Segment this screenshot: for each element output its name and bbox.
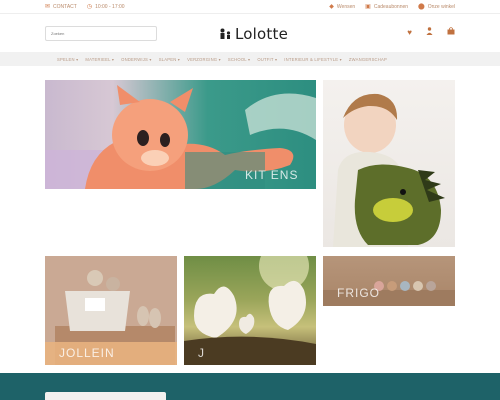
main-navigation: SPELEN ▾ MATERIEEL ▾ ONDERWIJS ▾ SLAPEN … (0, 52, 500, 66)
logo[interactable]: Lolotte (219, 24, 288, 44)
store-link[interactable]: ⬤ Onze winkel (418, 4, 455, 10)
store-label: Onze winkel (427, 4, 455, 10)
search-input[interactable] (45, 26, 157, 41)
nav-item-label: SLAPEN (158, 56, 177, 62)
hours-label: 10:00 - 17:00 (95, 4, 125, 10)
tile-label-frigo: FRIGO (337, 286, 380, 300)
contact-label: CONTACT (53, 4, 77, 10)
clock-icon: ◷ (86, 4, 93, 10)
nav-item-slapen[interactable]: SLAPEN ▾ (159, 57, 180, 62)
category-tile-jollein[interactable]: JOLLEIN (45, 256, 177, 365)
tag-icon: ◆ (329, 4, 334, 10)
logo-text: Lolotte (235, 25, 289, 43)
nav-item-label: ZWANGERSCHAP (348, 56, 387, 62)
gift-icon: ▣ (365, 4, 371, 10)
nav-item-school[interactable]: SCHOOL ▾ (228, 57, 250, 62)
nav-item-interieur[interactable]: INTERIEUR & LIFESTYLE ▾ (284, 57, 342, 62)
wishlist-label: Wensen (336, 4, 356, 10)
wishlist-link[interactable]: ◆ Wensen (329, 4, 355, 10)
tile-label-plush: KIT ENS (245, 168, 299, 182)
gift-vouchers-label: Cadeaubonnen (373, 4, 409, 10)
mail-icon: ✉ (45, 4, 51, 10)
category-tile-plush[interactable]: KIT ENS (45, 80, 316, 189)
nav-item-label: VERZORGING (187, 56, 218, 62)
child-backpack-image (333, 93, 445, 247)
opening-hours: ◷ 10:00 - 17:00 (87, 4, 125, 10)
nav-item-materieel[interactable]: MATERIEEL ▾ (85, 57, 114, 62)
nav-item-onderwijs[interactable]: ONDERWIJS ▾ (121, 57, 152, 62)
tile-label-hearts: J (198, 346, 205, 360)
gift-vouchers-link[interactable]: ▣ Cadeaubonnen (365, 4, 408, 10)
shopping-bag-icon[interactable] (447, 27, 455, 37)
category-tile-backpacks[interactable] (323, 80, 455, 247)
nav-item-label: SPELEN (57, 56, 75, 62)
category-tile-hearts[interactable]: J (184, 256, 316, 365)
nav-item-label: INTERIEUR & LIFESTYLE (284, 56, 339, 62)
tile-label-jollein: JOLLEIN (59, 346, 115, 360)
nav-item-spelen[interactable]: SPELEN ▾ (57, 57, 78, 62)
nav-item-label: OUTFIT (257, 56, 274, 62)
top-utility-bar: ✉ CONTACT ◷ 10:00 - 17:00 ◆ Wensen ▣ Cad… (0, 0, 500, 14)
nav-item-label: MATERIEEL (85, 56, 111, 62)
location-pin-icon: ⬤ (418, 4, 425, 10)
nav-item-zwangerschap[interactable]: ZWANGERSCHAP (349, 57, 387, 62)
nav-item-label: ONDERWIJS (121, 56, 149, 62)
nav-item-verzorging[interactable]: VERZORGING ▾ (187, 57, 221, 62)
site-header: Lolotte ♥ (0, 14, 500, 52)
nav-item-outfit[interactable]: OUTFIT ▾ (257, 57, 277, 62)
category-tile-frigo[interactable]: FRIGO (323, 256, 455, 306)
footer-card (45, 392, 166, 400)
contact-link[interactable]: ✉ CONTACT (45, 4, 77, 10)
nav-item-label: SCHOOL (227, 56, 247, 62)
header-icons: ♥ (407, 27, 455, 37)
heart-icon[interactable]: ♥ (407, 28, 412, 37)
logo-figures-icon (220, 28, 231, 39)
user-icon[interactable] (426, 27, 433, 37)
